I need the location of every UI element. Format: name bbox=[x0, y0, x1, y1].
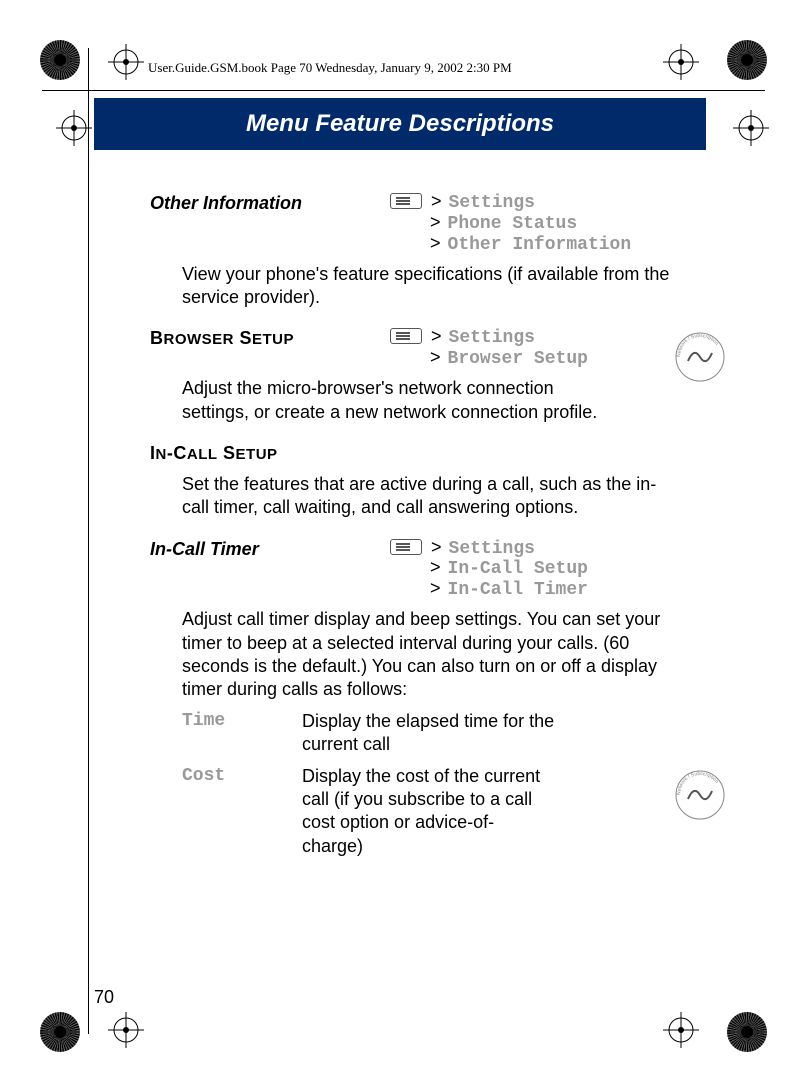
option-description: Display the elapsed time for the current… bbox=[302, 710, 602, 757]
section-label: BROWSER SETUP bbox=[150, 327, 390, 350]
cropmark-sunburst-icon bbox=[727, 40, 767, 80]
section-in-call-timer: In-Call Timer > Settings > In-Call Setup… bbox=[150, 538, 670, 601]
section-body: Adjust the micro-browser's network conne… bbox=[182, 377, 602, 424]
section-browser-setup: BROWSER SETUP > Settings > Browser Setup… bbox=[150, 327, 670, 369]
registration-mark-icon bbox=[56, 110, 92, 146]
page-number: 70 bbox=[94, 987, 114, 1008]
section-body: View your phone's feature specifications… bbox=[182, 263, 670, 310]
registration-mark-icon bbox=[108, 44, 144, 80]
option-row-cost: Cost Display the cost of the current cal… bbox=[182, 765, 670, 859]
page-70: User.Guide.GSM.book Page 70 Wednesday, J… bbox=[0, 0, 807, 1088]
cropmark-sunburst-icon bbox=[40, 40, 80, 80]
option-key: Cost bbox=[182, 765, 302, 859]
section-label: Other Information bbox=[150, 192, 390, 215]
registration-mark-icon bbox=[733, 110, 769, 146]
section-other-information: Other Information > Settings > Phone Sta… bbox=[150, 192, 670, 255]
menu-key-icon bbox=[390, 539, 422, 555]
section-label: In-Call Timer bbox=[150, 538, 390, 561]
section-label: IN-CALL SETUP bbox=[150, 442, 390, 465]
page-body: Other Information > Settings > Phone Sta… bbox=[150, 178, 670, 858]
cropmark-sunburst-icon bbox=[40, 1012, 80, 1052]
nav-path: > Settings > Browser Setup bbox=[390, 327, 588, 369]
running-header: User.Guide.GSM.book Page 70 Wednesday, J… bbox=[148, 60, 512, 76]
registration-mark-icon bbox=[663, 1012, 699, 1048]
network-dependent-badge-icon: Network / Subscription bbox=[670, 765, 730, 825]
nav-path: > Settings > Phone Status > Other Inform… bbox=[390, 192, 631, 255]
option-row-time: Time Display the elapsed time for the cu… bbox=[182, 710, 670, 757]
section-body: Set the features that are active during … bbox=[182, 473, 670, 520]
nav-path: > Settings > In-Call Setup > In-Call Tim… bbox=[390, 538, 588, 601]
section-in-call-setup: IN-CALL SETUP bbox=[150, 442, 670, 465]
cropmark-sunburst-icon bbox=[727, 1012, 767, 1052]
chapter-title: Menu Feature Descriptions bbox=[94, 98, 706, 150]
option-key: Time bbox=[182, 710, 302, 757]
registration-mark-icon bbox=[663, 44, 699, 80]
menu-key-icon bbox=[390, 193, 422, 209]
network-dependent-badge-icon: Network / Subscription bbox=[670, 327, 730, 387]
registration-mark-icon bbox=[108, 1012, 144, 1048]
section-body: Adjust call timer display and beep setti… bbox=[182, 608, 670, 702]
menu-key-icon bbox=[390, 328, 422, 344]
option-description: Display the cost of the current call (if… bbox=[302, 765, 542, 859]
